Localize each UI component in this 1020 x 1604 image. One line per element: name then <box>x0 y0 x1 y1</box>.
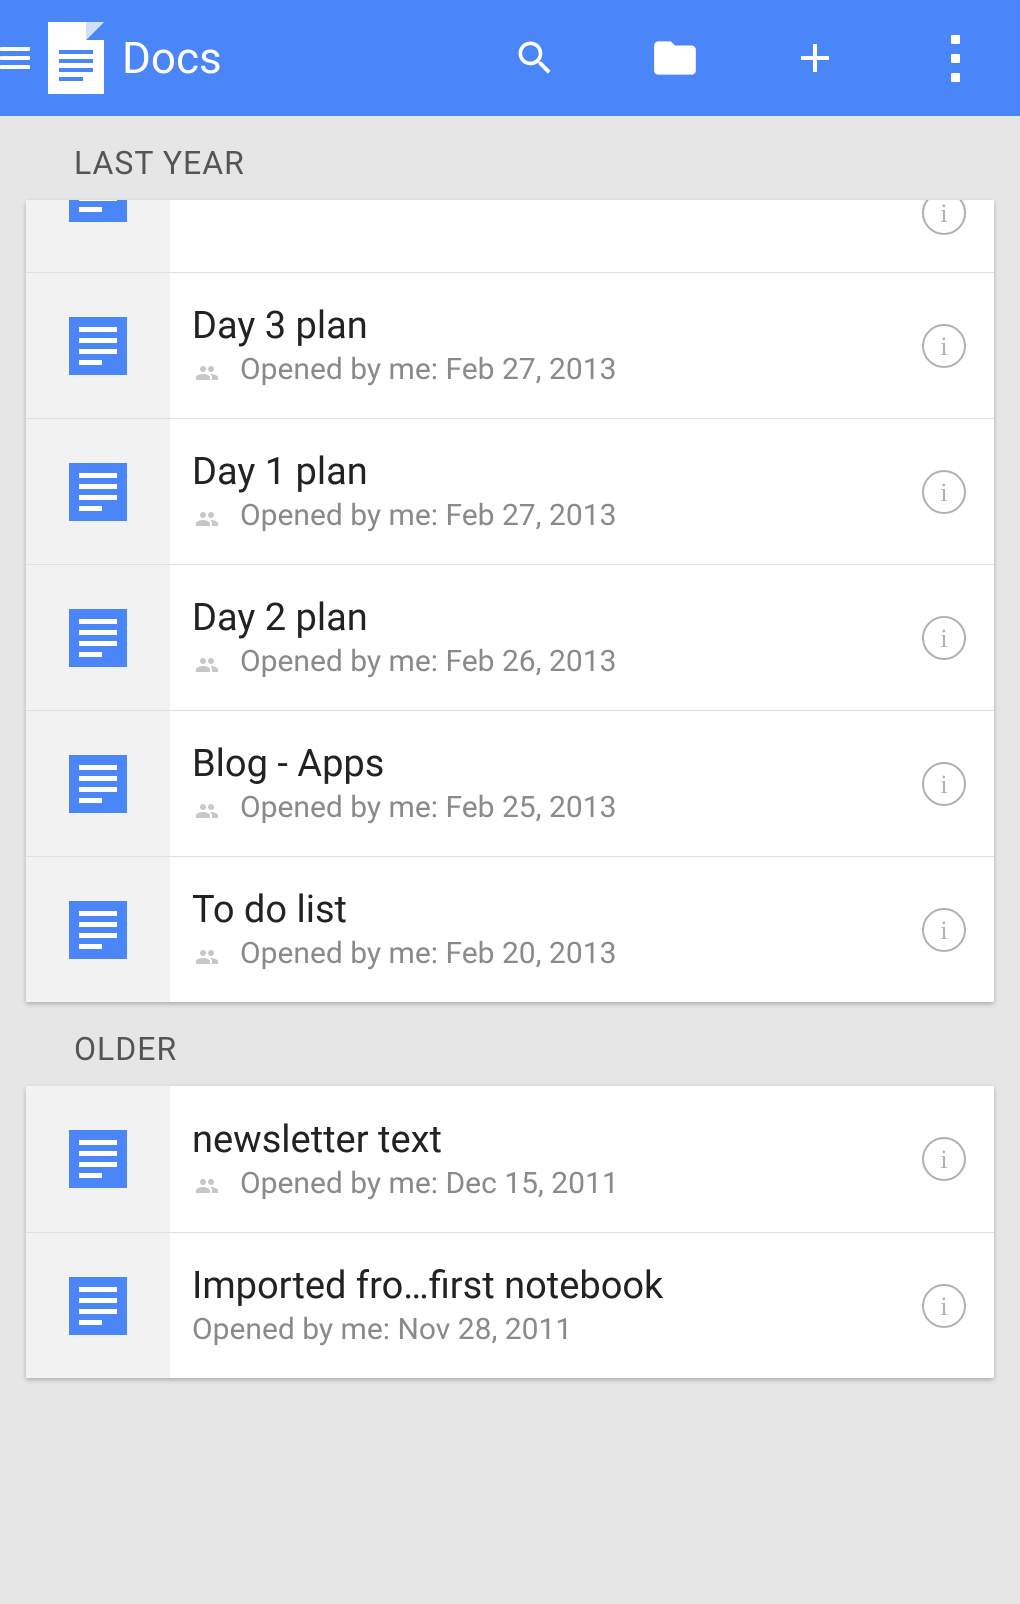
document-icon <box>69 463 127 521</box>
doc-icon-cell <box>26 565 170 710</box>
doc-title: To do list <box>192 888 894 932</box>
svg-text:i: i <box>940 916 947 945</box>
list-item[interactable]: To do list Opened by me: Feb 20, 2013 i <box>26 856 994 1002</box>
info-icon[interactable]: i <box>894 419 994 564</box>
document-list: newsletter text Opened by me: Dec 15, 201… <box>26 1086 994 1378</box>
list-item[interactable]: Day 3 plan Opened by me: Feb 27, 2013 i <box>26 272 994 418</box>
folder-icon[interactable] <box>650 33 700 83</box>
doc-content: newsletter text Opened by me: Dec 15, 201… <box>170 1118 894 1201</box>
shared-icon <box>192 504 222 528</box>
svg-text:i: i <box>940 332 947 361</box>
document-icon <box>69 317 127 375</box>
shared-icon <box>192 942 222 966</box>
doc-title: Day 1 plan <box>192 450 894 494</box>
list-item[interactable]: newsletter text Opened by me: Dec 15, 201… <box>26 1086 994 1232</box>
list-item[interactable]: Opened by me: Feb 27, 2013i <box>26 200 994 272</box>
document-list: Opened by me: Feb 27, 2013iDay 3 planOpe… <box>26 200 994 1002</box>
doc-icon-cell <box>26 419 170 564</box>
doc-meta: Opened by me: Feb 20, 2013 <box>192 936 894 971</box>
search-icon[interactable] <box>510 33 560 83</box>
doc-meta-text: Opened by me: Feb 25, 2013 <box>240 790 616 825</box>
shared-icon <box>192 358 222 382</box>
doc-title: Imported fro…first notebook <box>192 1264 894 1308</box>
info-icon[interactable]: i <box>894 273 994 418</box>
doc-meta-text: Opened by me: Feb 27, 2013 <box>240 352 616 387</box>
doc-title: Day 3 plan <box>192 304 894 348</box>
info-icon[interactable]: i <box>894 1233 994 1378</box>
doc-content: Day 1 plan Opened by me: Feb 27, 2013 <box>170 450 894 533</box>
svg-text:i: i <box>940 624 947 653</box>
info-icon[interactable]: i <box>894 711 994 856</box>
more-icon[interactable] <box>930 33 980 83</box>
document-icon <box>69 1130 127 1188</box>
doc-icon-cell <box>26 273 170 418</box>
doc-icon-cell <box>26 200 170 272</box>
shared-icon <box>192 1171 222 1195</box>
doc-content: Blog - Apps Opened by me: Feb 25, 2013 <box>170 742 894 825</box>
list-item[interactable]: Imported fro…first notebook Opened by me:… <box>26 1232 994 1378</box>
doc-title: Blog - Apps <box>192 742 894 786</box>
doc-icon-cell <box>26 1086 170 1232</box>
doc-title: newsletter text <box>192 1118 894 1162</box>
document-icon <box>69 200 127 222</box>
doc-icon-cell <box>26 1233 170 1378</box>
info-icon[interactable]: i <box>894 565 994 710</box>
info-icon[interactable]: i <box>894 1086 994 1232</box>
info-icon[interactable]: i <box>894 200 994 272</box>
section-header: LAST YEAR <box>0 116 1020 200</box>
doc-meta: Opened by me: Nov 28, 2011 <box>192 1312 894 1347</box>
svg-text:i: i <box>940 478 947 507</box>
document-icon <box>69 755 127 813</box>
add-icon[interactable] <box>790 33 840 83</box>
doc-meta-text: Opened by me: Feb 20, 2013 <box>240 936 616 971</box>
doc-content: Day 2 plan Opened by me: Feb 26, 2013 <box>170 596 894 679</box>
doc-meta-text: Opened by me: Feb 27, 2013 <box>240 498 616 533</box>
doc-meta: Opened by me: Feb 27, 2013 <box>192 498 894 533</box>
app-title: Docs <box>122 32 222 84</box>
doc-content: Day 3 plan Opened by me: Feb 27, 2013 <box>170 304 894 387</box>
doc-meta-text: Opened by me: Feb 26, 2013 <box>240 644 616 679</box>
doc-meta: Opened by me: Feb 27, 2013 <box>192 352 894 387</box>
header-actions <box>510 33 980 83</box>
doc-content: Imported fro…first notebook Opened by me:… <box>170 1264 894 1347</box>
doc-icon-cell <box>26 711 170 856</box>
document-icon <box>69 901 127 959</box>
doc-meta: Opened by me: Feb 25, 2013 <box>192 790 894 825</box>
menu-icon[interactable] <box>0 47 30 69</box>
svg-text:i: i <box>940 770 947 799</box>
list-item[interactable]: Blog - Apps Opened by me: Feb 25, 2013 i <box>26 710 994 856</box>
section-header: OLDER <box>0 1002 1020 1086</box>
doc-title: Day 2 plan <box>192 596 894 640</box>
doc-icon-cell <box>26 857 170 1002</box>
svg-text:i: i <box>940 200 947 228</box>
list-item[interactable]: Day 2 plan Opened by me: Feb 26, 2013 i <box>26 564 994 710</box>
document-icon <box>69 609 127 667</box>
shared-icon <box>192 796 222 820</box>
app-header: Docs <box>0 0 1020 116</box>
shared-icon <box>192 650 222 674</box>
doc-meta: Opened by me: Dec 15, 2011 <box>192 1166 894 1201</box>
svg-text:i: i <box>940 1292 947 1321</box>
doc-meta-text: Opened by me: Nov 28, 2011 <box>192 1312 572 1347</box>
doc-content: To do list Opened by me: Feb 20, 2013 <box>170 888 894 971</box>
docs-logo-icon[interactable] <box>48 22 104 94</box>
doc-meta: Opened by me: Feb 26, 2013 <box>192 644 894 679</box>
info-icon[interactable]: i <box>894 857 994 1002</box>
document-icon <box>69 1277 127 1335</box>
doc-meta-text: Opened by me: Dec 15, 2011 <box>240 1166 619 1201</box>
svg-text:i: i <box>940 1145 947 1174</box>
list-item[interactable]: Day 1 plan Opened by me: Feb 27, 2013 i <box>26 418 994 564</box>
